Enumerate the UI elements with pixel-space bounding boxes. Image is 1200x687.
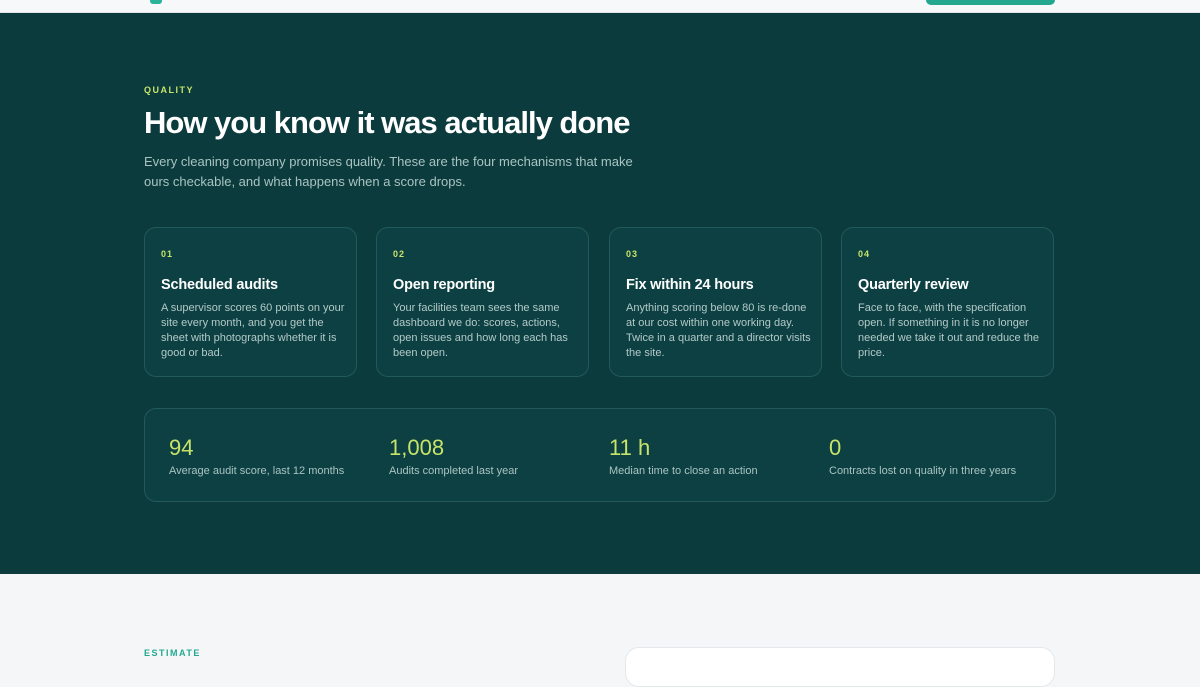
mechanism-card: 01 Scheduled audits A supervisor scores … [144, 227, 357, 377]
card-title: Quarterly review [858, 277, 969, 293]
stat-item: 1,008 Audits completed last year [389, 435, 599, 477]
nav-cta-button[interactable] [926, 0, 1055, 5]
estimate-form-panel[interactable] [625, 647, 1055, 687]
estimate-eyebrow: ESTIMATE [144, 648, 201, 658]
mechanism-card: 03 Fix within 24 hours Anything scoring … [609, 227, 822, 377]
card-number: 04 [858, 249, 871, 259]
section-subtitle: Every cleaning company promises quality.… [144, 154, 633, 189]
section-eyebrow: QUALITY [144, 85, 194, 95]
stat-item: 0 Contracts lost on quality in three yea… [829, 435, 1039, 477]
card-title: Open reporting [393, 277, 495, 293]
card-title: Fix within 24 hours [626, 277, 754, 293]
stat-label: Median time to close an action [609, 465, 758, 477]
mechanism-card: 04 Quarterly review Face to face, with t… [841, 227, 1054, 377]
quality-section: QUALITY How you know it was actually don… [0, 13, 1200, 574]
estimate-section: ESTIMATE [0, 575, 1200, 687]
section-title: How you know it was actually done [144, 105, 630, 140]
stat-label: Contracts lost on quality in three years [829, 465, 1017, 477]
stat-label: Average audit score, last 12 months [169, 465, 345, 477]
stat-value: 11 h [609, 435, 651, 460]
logo-icon[interactable] [150, 0, 162, 4]
stat-label: Audits completed last year [389, 465, 519, 477]
card-number: 03 [626, 249, 639, 259]
card-description: Anything scoring below 80 is re-done at … [626, 302, 811, 359]
stat-value: 94 [169, 435, 194, 460]
stat-item: 94 Average audit score, last 12 months [169, 435, 379, 477]
card-description: Face to face, with the specification ope… [858, 302, 1040, 359]
mechanism-card: 02 Open reporting Your facilities team s… [376, 227, 589, 377]
top-nav-bar [0, 0, 1200, 13]
card-description: A supervisor scores 60 points on your si… [161, 302, 345, 359]
card-title: Scheduled audits [161, 277, 278, 293]
stat-value: 0 [829, 435, 842, 460]
card-description: Your facilities team sees the same dashb… [393, 302, 568, 359]
stat-value: 1,008 [389, 435, 445, 460]
stat-item: 11 h Median time to close an action [609, 435, 819, 477]
card-number: 02 [393, 249, 406, 259]
card-number: 01 [161, 249, 174, 259]
estimate-title-cut-off [144, 667, 484, 675]
stats-panel: 94 Average audit score, last 12 months 1… [144, 408, 1056, 502]
